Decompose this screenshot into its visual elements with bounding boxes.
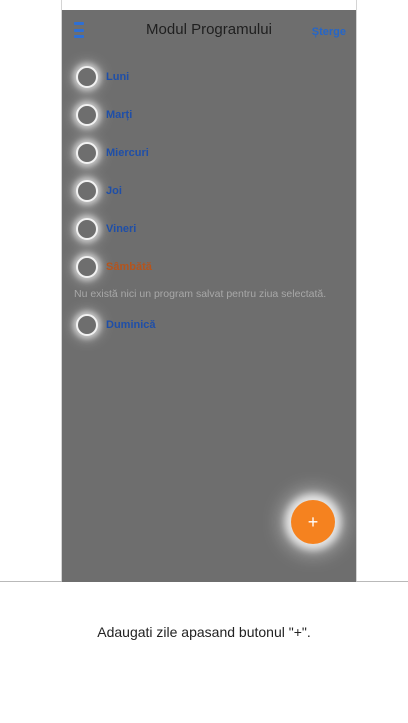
frame-right-border (356, 0, 357, 582)
radio-button[interactable] (76, 142, 98, 164)
day-row-joi[interactable]: Joi (62, 172, 356, 210)
plus-icon: + (307, 512, 319, 532)
radio-button[interactable] (76, 180, 98, 202)
radio-button[interactable] (76, 256, 98, 278)
day-label: Marți (106, 109, 133, 121)
empty-schedule-message: Nu există nici un program salvat pentru … (74, 288, 327, 300)
hint-text: Adaugati zile apasand butonul "+". (97, 624, 311, 640)
day-label: Joi (106, 185, 122, 197)
day-label: Sâmbătă (106, 261, 152, 273)
day-row-sambata[interactable]: Sâmbătă (62, 248, 356, 286)
day-row-luni[interactable]: Luni (62, 58, 356, 96)
day-row-marti[interactable]: Marți (62, 96, 356, 134)
radio-button[interactable] (76, 314, 98, 336)
app-bar: Modul Programului Șterge (62, 10, 356, 54)
day-label: Duminică (106, 319, 156, 331)
delete-button[interactable]: Șterge (312, 26, 346, 38)
phone-screen: Modul Programului Șterge Luni Marți Mier… (62, 10, 356, 582)
day-list: Luni Marți Miercuri Joi Vineri Sâmbătă N… (62, 58, 356, 344)
radio-button[interactable] (76, 66, 98, 88)
add-day-button[interactable]: + (291, 500, 335, 544)
day-row-vineri[interactable]: Vineri (62, 210, 356, 248)
day-row-miercuri[interactable]: Miercuri (62, 134, 356, 172)
radio-button[interactable] (76, 104, 98, 126)
radio-button[interactable] (76, 218, 98, 240)
day-label: Vineri (106, 223, 137, 235)
day-row-duminica[interactable]: Duminică (62, 306, 356, 344)
day-label: Miercuri (106, 147, 149, 159)
day-label: Luni (106, 71, 130, 83)
